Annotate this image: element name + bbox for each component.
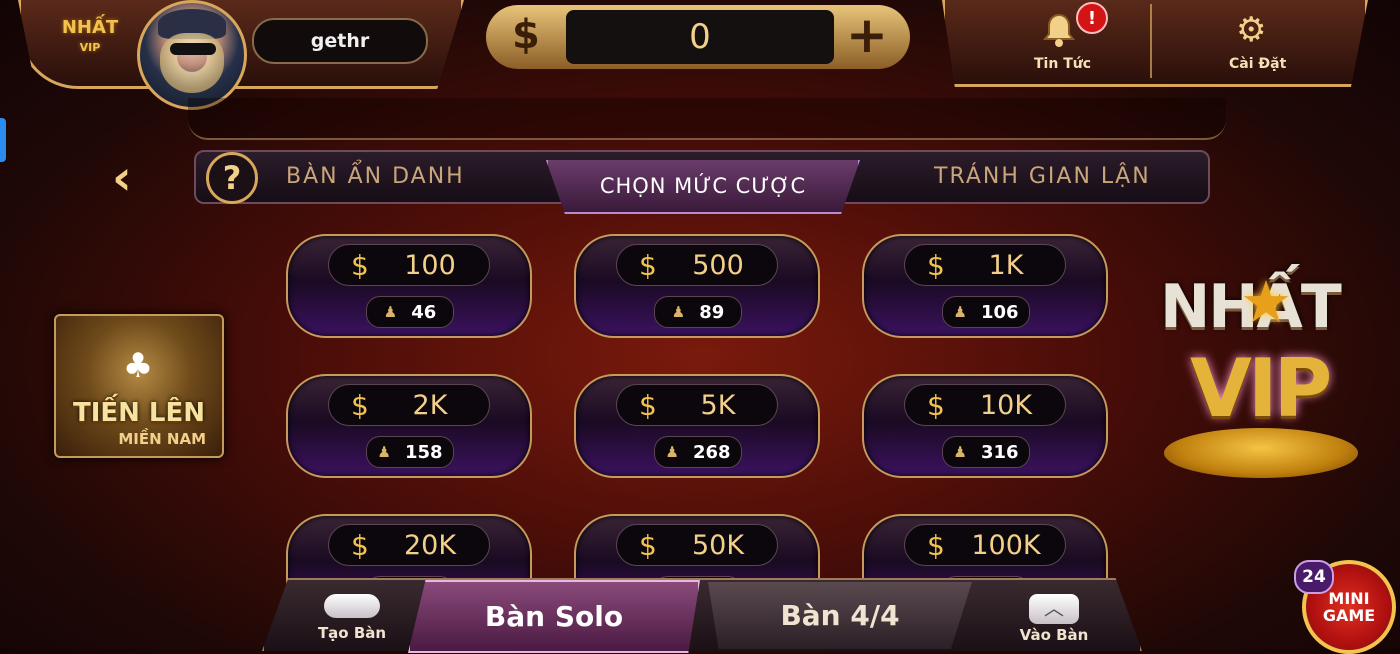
player-icon: ♟: [383, 303, 398, 321]
tab-anti-cheat[interactable]: TRÁNH GIAN LẬN: [934, 164, 1151, 189]
chevron-up-icon: ︿: [1029, 594, 1079, 624]
dollar-icon: $: [512, 12, 540, 58]
bet-amount: 20K: [403, 529, 457, 561]
player-icon: ♟: [953, 443, 967, 461]
add-money-button[interactable]: +: [846, 6, 888, 64]
join-table-button[interactable]: ︿ Vào Bàn: [1012, 594, 1096, 649]
player-icon: ♟: [953, 303, 967, 321]
player-icon: ♟: [665, 443, 679, 461]
cards-icon: ♣: [122, 346, 154, 386]
bet-amount: 1K: [988, 249, 1024, 281]
player-count-box: ♟ 46: [366, 296, 454, 328]
bet-amount: 10K: [979, 389, 1033, 421]
brand-base: [1164, 428, 1358, 478]
player-count-box: ♟ 89: [654, 296, 742, 328]
help-icon[interactable]: ?: [206, 152, 258, 204]
minigame-count: 24: [1294, 560, 1334, 594]
brand-badge: NHẤT ★ VIP: [1156, 262, 1366, 492]
header-underbar: [188, 98, 1226, 140]
dollar-icon: $: [639, 248, 657, 282]
bet-amount-box: $100: [328, 244, 490, 286]
bet-card[interactable]: $2K ♟ 158: [286, 374, 532, 478]
player-count-box: ♟ 268: [654, 436, 742, 468]
dollar-icon: $: [639, 528, 657, 562]
solo-table-button[interactable]: Bàn Solo: [408, 580, 700, 653]
bet-amount-box: $50K: [616, 524, 778, 566]
player-count: 46: [411, 301, 437, 323]
game-banner[interactable]: ♣ TIẾN LÊN MIỀN NAM: [54, 314, 224, 458]
game-title: TIẾN LÊN: [72, 398, 206, 428]
star-icon: ★: [1240, 268, 1292, 336]
balance-value: 0: [566, 10, 834, 64]
create-table-label: Tạo Bàn: [317, 624, 387, 642]
bottom-bar: [262, 578, 1142, 651]
dollar-icon: $: [639, 388, 657, 422]
four-table-button[interactable]: Bàn 4/4: [708, 582, 972, 649]
bet-amount-box: $500: [616, 244, 778, 286]
bet-amount-box: $100K: [904, 524, 1066, 566]
side-handle[interactable]: [0, 118, 6, 162]
player-count: 89: [699, 301, 725, 323]
player-count: 316: [980, 441, 1019, 463]
create-table-icon: [324, 594, 380, 618]
bet-amount-box: $10K: [904, 384, 1066, 426]
tab-choose-bet[interactable]: CHỌN MỨC CƯỢC: [546, 160, 860, 214]
player-icon: ♟: [671, 303, 686, 321]
menu-divider: [1150, 4, 1152, 78]
avatar-hair: [160, 33, 224, 93]
bell-icon[interactable]: [1042, 12, 1076, 56]
bet-card[interactable]: $10K ♟ 316: [862, 374, 1108, 478]
minigame-label-2: GAME: [1322, 606, 1376, 625]
avatar-glasses: [170, 43, 216, 55]
menu-panel: [942, 0, 1368, 87]
game-subtitle: MIỀN NAM: [118, 430, 206, 448]
bet-card[interactable]: $1K ♟ 106: [862, 234, 1108, 338]
dollar-icon: $: [927, 248, 945, 282]
brand-line2: VIP: [1190, 342, 1332, 435]
player-count: 106: [980, 301, 1019, 323]
back-chevron-icon[interactable]: ‹: [112, 150, 132, 206]
player-count: 268: [692, 441, 731, 463]
dollar-icon: $: [351, 388, 369, 422]
player-count-box: ♟ 158: [366, 436, 454, 468]
tab-anonymous[interactable]: BÀN ẨN DANH: [286, 164, 465, 189]
bet-amount-box: $5K: [616, 384, 778, 426]
logo-subtext: VIP: [79, 41, 101, 54]
bet-amount-box: $2K: [328, 384, 490, 426]
dollar-icon: $: [351, 248, 369, 282]
player-count-box: ♟ 106: [942, 296, 1030, 328]
player-count-box: ♟ 316: [942, 436, 1030, 468]
dollar-icon: $: [927, 388, 945, 422]
bet-amount-box: $1K: [904, 244, 1066, 286]
settings-label[interactable]: Cài Đặt: [1229, 56, 1286, 72]
bet-card[interactable]: $5K ♟ 268: [574, 374, 820, 478]
player-icon: ♟: [377, 443, 391, 461]
bet-amount: 100: [404, 249, 456, 281]
player-count: 158: [404, 441, 443, 463]
bet-amount: 500: [692, 249, 744, 281]
gear-icon[interactable]: ⚙: [1236, 10, 1266, 50]
news-label[interactable]: Tin Tức: [1034, 56, 1091, 72]
bet-amount: 50K: [691, 529, 745, 561]
bet-amount: 100K: [971, 529, 1041, 561]
bet-amount-box: $20K: [328, 524, 490, 566]
join-table-label: Vào Bàn: [1019, 626, 1089, 644]
bet-amount: 2K: [412, 389, 448, 421]
bet-amount: 5K: [700, 389, 736, 421]
bet-card[interactable]: $500 ♟ 89: [574, 234, 820, 338]
news-badge: !: [1076, 2, 1108, 34]
create-table-button[interactable]: Tạo Bàn: [310, 594, 394, 649]
dollar-icon: $: [927, 528, 945, 562]
bet-card[interactable]: $100 ♟ 46: [286, 234, 532, 338]
app-logo: NHẤT VIP: [58, 18, 122, 58]
dollar-icon: $: [351, 528, 369, 562]
avatar[interactable]: [137, 0, 247, 110]
logo-text: NHẤT: [61, 17, 119, 38]
username-field[interactable]: gethr: [252, 18, 428, 64]
